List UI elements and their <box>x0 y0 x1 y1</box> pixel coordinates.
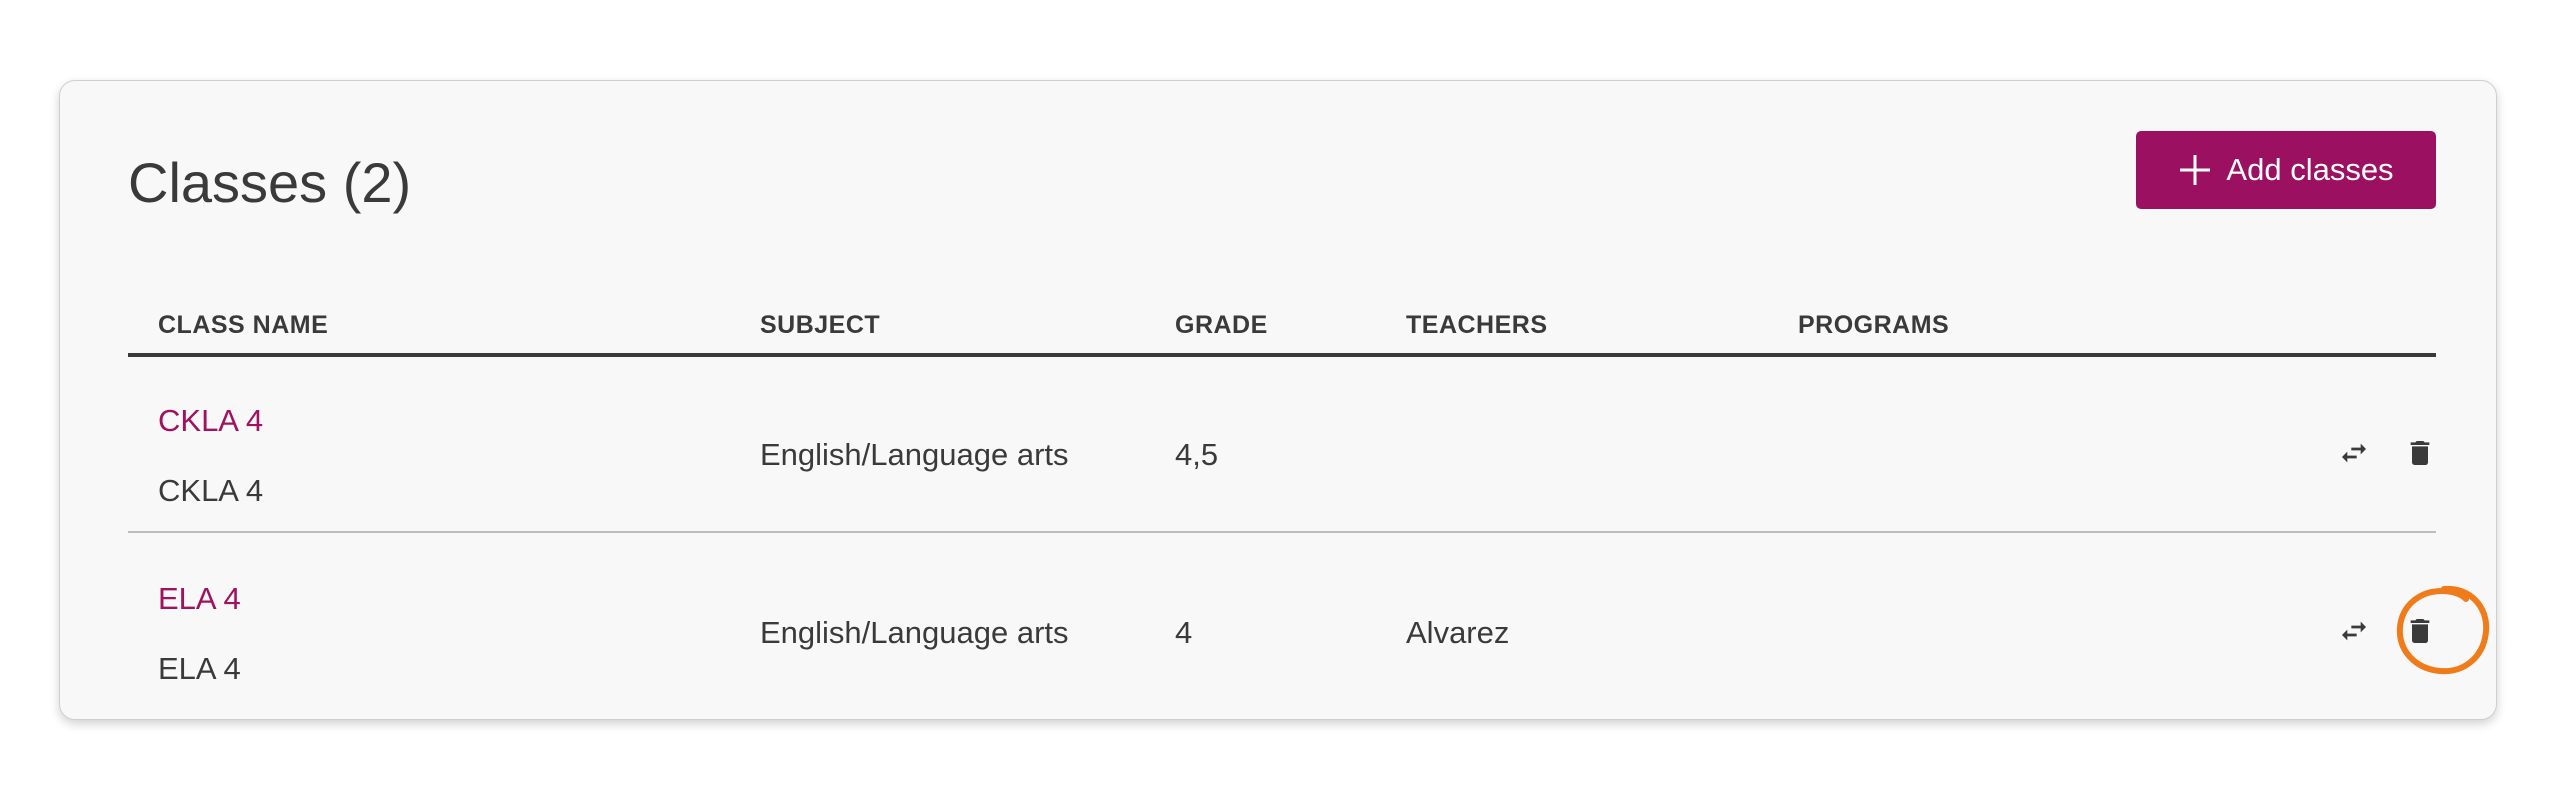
table-row: CKLA 4 CKLA 4 English/Language arts 4,5 <box>128 357 2436 533</box>
teachers-cell: Alvarez <box>1406 615 1510 650</box>
class-subtitle: CKLA 4 <box>158 473 264 508</box>
class-name-link[interactable]: ELA 4 <box>158 581 241 617</box>
classes-panel: Classes (2) Add classes CLASS NAME SUBJE… <box>59 80 2497 720</box>
delete-button[interactable] <box>2400 433 2440 473</box>
transfer-button[interactable] <box>2334 611 2374 651</box>
column-header-subject: SUBJECT <box>760 311 881 339</box>
grade-cell: 4,5 <box>1175 437 1219 472</box>
trash-icon <box>2410 619 2430 643</box>
plus-icon <box>2178 153 2212 187</box>
trash-icon <box>2410 441 2430 465</box>
subject-cell: English/Language arts <box>760 437 1069 472</box>
table-header: CLASS NAME SUBJECT GRADE TEACHERS PROGRA… <box>128 301 2436 357</box>
grade-cell: 4 <box>1175 615 1193 650</box>
delete-button[interactable] <box>2400 611 2440 651</box>
add-classes-label: Add classes <box>2226 152 2394 187</box>
column-header-class-name: CLASS NAME <box>158 311 329 339</box>
table-row: ELA 4 ELA 4 English/Language arts 4 Alva… <box>128 533 2490 705</box>
column-header-grade: GRADE <box>1175 311 1268 339</box>
class-name-link[interactable]: CKLA 4 <box>158 403 263 439</box>
column-header-teachers: TEACHERS <box>1406 311 1548 339</box>
classes-table: CLASS NAME SUBJECT GRADE TEACHERS PROGRA… <box>128 301 2490 705</box>
class-subtitle: ELA 4 <box>158 651 241 686</box>
page-title: Classes (2) <box>128 151 412 214</box>
column-header-programs: PROGRAMS <box>1798 311 1950 339</box>
swap-arrows-icon <box>2342 443 2366 463</box>
transfer-button[interactable] <box>2334 433 2374 473</box>
add-classes-button[interactable]: Add classes <box>2136 131 2436 209</box>
swap-arrows-icon <box>2342 621 2366 641</box>
subject-cell: English/Language arts <box>760 615 1069 650</box>
